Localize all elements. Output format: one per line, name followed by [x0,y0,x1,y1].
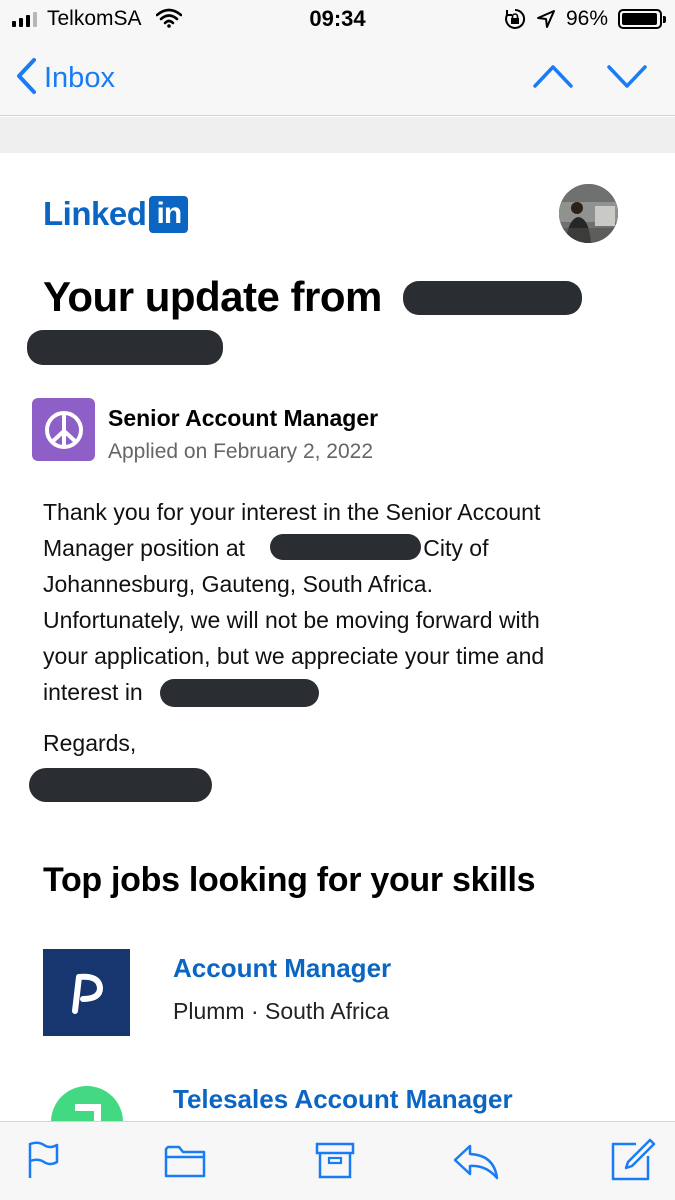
email-headline: Your update from [43,273,382,320]
compose-button[interactable] [610,1138,656,1187]
recommended-job-title[interactable]: Telesales Account Manager [173,1084,513,1115]
archive-icon [314,1142,356,1185]
company-logo-green[interactable] [51,1086,123,1121]
flag-button[interactable] [26,1140,60,1185]
company-logo-peace-icon[interactable] [32,398,95,461]
section-title: Top jobs looking for your skills [43,861,536,899]
redacted-company-2 [160,679,319,707]
orientation-lock-icon [504,8,526,35]
previous-message-button[interactable] [532,58,574,99]
compose-icon [610,1138,656,1186]
logo-box: in [149,195,189,233]
message-line: Unfortunately, we will not be moving for… [43,607,540,633]
status-bar: TelkomSA 09:34 96% [0,0,675,38]
message-line: interest in [43,679,143,705]
email-message: Thank you for your interest in the Senio… [43,494,643,710]
message-fragment: Manager position at [43,535,246,561]
redacted-company-1 [270,534,421,560]
linkedin-logo[interactable]: Linked in [43,195,189,233]
flag-icon [26,1141,60,1184]
archive-button[interactable] [314,1141,356,1186]
chevron-down-icon [606,65,648,98]
reply-icon [452,1144,500,1185]
signoff: Regards, [43,730,137,756]
message-line: your application, but we appreciate your… [43,643,545,669]
back-label: Inbox [44,62,115,94]
chevron-left-icon [14,56,38,101]
email-body[interactable]: Linked in Your update from Senior Accoun… [0,153,675,1121]
header-separator-band [0,117,675,153]
move-to-folder-button[interactable] [163,1143,207,1184]
redacted-name-2 [27,330,223,365]
location-arrow-icon [536,9,556,34]
message-line: Johannesburg, Gauteng, South Africa. [43,571,433,597]
recommended-job-title[interactable]: Account Manager [173,953,391,984]
redacted-name-1 [403,281,582,315]
plumm-logo[interactable] [43,949,130,1036]
folder-icon [163,1145,207,1183]
battery-percent: 96% [566,7,609,30]
applied-job-title[interactable]: Senior Account Manager [108,405,378,432]
message-line: Thank you for your interest in the Senio… [43,499,541,525]
battery-icon [618,9,666,29]
next-message-button[interactable] [606,58,648,99]
applied-date: Applied on February 2, 2022 [108,440,374,463]
recommended-job-company: Plumm · South Africa [173,998,390,1024]
mail-toolbar [0,1121,675,1200]
reply-button[interactable] [452,1143,500,1186]
avatar[interactable] [559,184,618,243]
battery-level-fill [622,13,657,25]
redacted-sender [29,768,212,802]
chevron-up-icon [532,65,574,98]
back-to-inbox-button[interactable]: Inbox [14,56,115,101]
mail-nav-bar: Inbox [0,38,675,116]
logo-text: Linked [43,195,147,232]
